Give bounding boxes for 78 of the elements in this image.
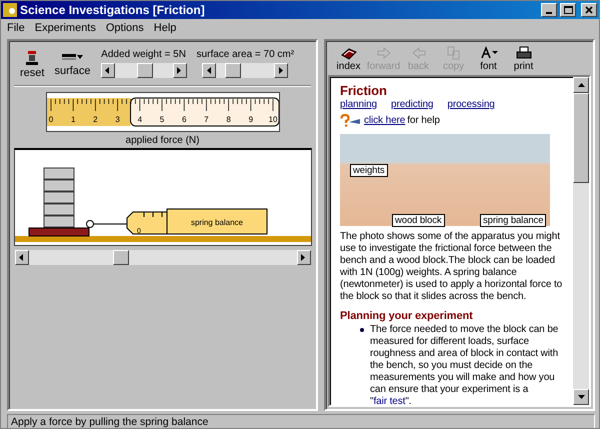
reset-icon — [26, 51, 38, 65]
scroll-left-button[interactable] — [100, 63, 115, 78]
slider-thumb[interactable] — [137, 63, 154, 78]
maximize-icon — [564, 6, 572, 14]
app-icon — [3, 3, 17, 17]
scroll-right-button[interactable] — [296, 250, 310, 265]
fair-test-link[interactable]: fair test — [373, 396, 406, 405]
help-question-icon — [340, 114, 362, 128]
help-link[interactable]: click here — [364, 115, 406, 127]
weights-stack — [43, 168, 74, 228]
photo-callout: spring balance — [480, 214, 546, 227]
scroll-right-button[interactable] — [274, 63, 288, 78]
reset-button[interactable]: reset — [20, 51, 44, 79]
ruler-number: 1 — [70, 115, 75, 124]
description-paragraph: The photo shows some of the apparatus you might use to investigate the frictional force between the bench and a wood block.The block can be loaded with 1N (100g) weights. A spring balance (newtonmeter) is used to apply a horizontal force to the block so that it slides across the bench. — [340, 231, 564, 303]
scroll-left-button[interactable] — [202, 63, 216, 78]
help-text: for help — [407, 115, 440, 127]
left-arrow-icon — [19, 254, 24, 261]
bullet-text: The force needed to move the block can be measured for different loads, surface roughness and area of block in contact with the bench, so you must decide on the measurements you will make and how you can ensure that your experiment is a "fair test". — [370, 324, 560, 405]
printer-icon — [516, 46, 532, 60]
left-arrow-icon — [105, 67, 110, 74]
ruler-number: 4 — [137, 115, 142, 124]
menu-item[interactable]: Experiments — [34, 22, 96, 34]
right-arrow-icon — [301, 254, 306, 261]
right-arrow-icon — [376, 46, 392, 60]
slider-thumb[interactable] — [225, 63, 242, 78]
copy-icon — [446, 46, 462, 60]
window-title: Science Investigations [Friction] — [20, 3, 206, 17]
status-text: Apply a force by pulling the spring balance — [7, 414, 595, 428]
font-size-icon — [478, 46, 498, 60]
close-button[interactable] — [581, 3, 597, 17]
section-heading: Planning your experiment — [340, 310, 474, 322]
ruler-number: 0 — [48, 115, 53, 124]
ruler-number: 7 — [204, 115, 208, 124]
photo-callout: wood block — [392, 214, 445, 227]
ruler-number: 5 — [159, 115, 164, 124]
slider-label: surface area = 70 cm² — [196, 49, 294, 60]
ruler-number: 2 — [92, 115, 98, 124]
scroll-left-button[interactable] — [14, 250, 28, 265]
ruler-number: 6 — [181, 115, 186, 124]
toolbar-button[interactable]: font — [472, 46, 505, 72]
scroll-up-button[interactable] — [573, 77, 589, 93]
left-arrow-icon — [410, 46, 426, 60]
book-icon — [340, 46, 356, 60]
hook-ring — [86, 220, 94, 228]
minimize-button[interactable] — [541, 3, 557, 17]
photo-callout: weights — [350, 164, 388, 177]
ruler-number: 9 — [248, 115, 253, 124]
section-link[interactable]: predicting — [391, 99, 434, 111]
close-icon — [585, 6, 593, 14]
toolbar-button[interactable]: print — [507, 46, 540, 72]
up-arrow-icon — [578, 82, 584, 88]
slider-label: Added weight = 5N — [101, 49, 186, 60]
ruler-number: 3 — [114, 115, 120, 124]
section-link[interactable]: processing — [447, 99, 495, 111]
surface-dropdown-icon — [62, 51, 84, 63]
menu-item[interactable]: Options — [106, 22, 144, 34]
surface-button[interactable]: surface — [54, 51, 91, 77]
menu-item[interactable]: Help — [154, 22, 176, 34]
section-link[interactable]: planning — [340, 99, 378, 111]
ruler-caption: applied force (N) — [126, 135, 200, 146]
bullet-dot — [360, 328, 364, 332]
right-arrow-icon — [177, 67, 182, 74]
scrollbar-thumb[interactable] — [573, 93, 589, 183]
ruler-number: 8 — [226, 115, 230, 124]
ruler-number: 10 — [268, 115, 277, 124]
down-arrow-icon — [578, 394, 584, 400]
scroll-right-button[interactable] — [172, 63, 187, 78]
right-arrow-icon — [278, 67, 284, 74]
toolbar-button[interactable]: index — [332, 46, 365, 72]
menu-item[interactable]: File — [7, 22, 25, 34]
left-arrow-icon — [206, 67, 212, 74]
force-slider-thumb[interactable] — [113, 250, 130, 265]
scroll-down-button[interactable] — [573, 389, 589, 405]
wood-block — [28, 228, 89, 236]
maximize-button[interactable] — [560, 3, 576, 17]
balance-label: spring balance — [190, 218, 243, 227]
help-heading: Friction — [340, 85, 388, 97]
